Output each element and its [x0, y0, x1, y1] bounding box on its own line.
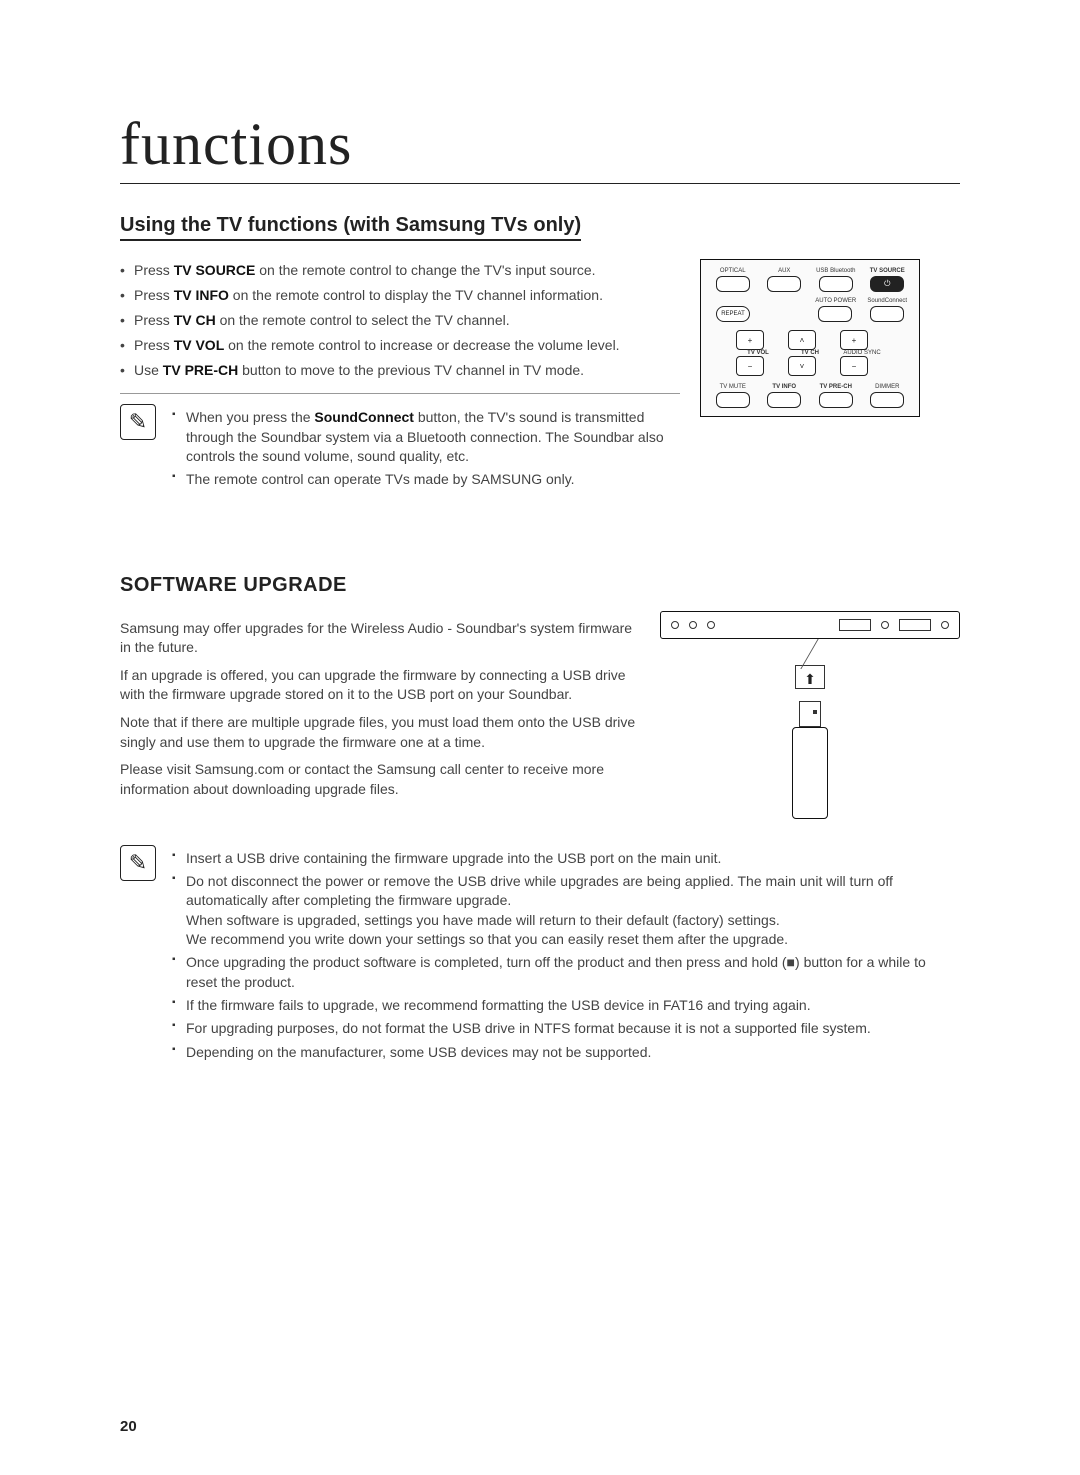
software-paragraph: Note that if there are multiple upgrade …	[120, 713, 636, 752]
tv-bullet-list: Press TV SOURCE on the remote control to…	[120, 261, 680, 379]
tv-bullet-item: Press TV VOL on the remote control to in…	[120, 336, 680, 355]
remote-button-audiosync-up: +	[840, 330, 868, 350]
software-note-item: If the firmware fails to upgrade, we rec…	[172, 996, 960, 1015]
software-note-item: For upgrading purposes, do not format th…	[172, 1019, 960, 1038]
page-number: 20	[120, 1418, 137, 1435]
usb-illustration: ⬆	[660, 611, 960, 819]
tv-section-body: Press TV SOURCE on the remote control to…	[120, 253, 960, 494]
remote-button-vol-up: +	[736, 330, 764, 350]
remote-label: TV INFO	[762, 384, 806, 390]
soundbar-icon	[660, 611, 960, 639]
tv-text-column: Press TV SOURCE on the remote control to…	[120, 253, 680, 494]
remote-button-optical	[716, 276, 750, 292]
remote-button-vol-down: −	[736, 356, 764, 376]
software-heading: SOFTWARE UPGRADE	[120, 574, 960, 597]
tv-bullet-item: Use TV PRE-CH button to move to the prev…	[120, 361, 680, 380]
remote-button-tv-prech	[819, 392, 853, 408]
note-icon: ✎	[120, 845, 156, 881]
divider	[120, 393, 680, 394]
tv-bullet-item: Press TV INFO on the remote control to d…	[120, 286, 680, 305]
software-text-column: Samsung may offer upgrades for the Wirel…	[120, 611, 636, 819]
remote-button-repeat: REPEAT	[716, 306, 750, 322]
remote-label: USB Bluetooth	[814, 268, 858, 274]
remote-button-usb-bt	[819, 276, 853, 292]
remote-label: AUDIO SYNC	[840, 350, 884, 356]
remote-button-dimmer	[870, 392, 904, 408]
tv-bullet-item: Press TV CH on the remote control to sel…	[120, 311, 680, 330]
software-note-item: Insert a USB drive containing the firmwa…	[172, 849, 960, 868]
software-note-item: Depending on the manufacturer, some USB …	[172, 1043, 960, 1062]
note-icon: ✎	[120, 404, 156, 440]
software-body: Samsung may offer upgrades for the Wirel…	[120, 611, 960, 819]
tv-note-list: When you press the SoundConnect button, …	[172, 404, 680, 493]
tv-functions-heading: Using the TV functions (with Samsung TVs…	[120, 214, 581, 241]
software-note-block: ✎ Insert a USB drive containing the firm…	[120, 845, 960, 1066]
manual-page: functions Using the TV functions (with S…	[0, 0, 1080, 1475]
usb-drive-icon	[792, 701, 828, 819]
remote-label: AUTO POWER	[814, 298, 858, 304]
remote-illustration: OPTICAL AUX USB Bluetooth TV SOURCE ⏻ AU…	[700, 259, 920, 494]
software-paragraph: If an upgrade is offered, you can upgrad…	[120, 666, 636, 705]
tv-note-item: When you press the SoundConnect button, …	[172, 408, 680, 466]
remote-label: DIMMER	[865, 384, 909, 390]
software-paragraph: Samsung may offer upgrades for the Wirel…	[120, 619, 636, 658]
remote-button-aux	[767, 276, 801, 292]
remote-label: TV PRE-CH	[814, 384, 858, 390]
remote-label: TV MUTE	[711, 384, 755, 390]
remote-button-soundconnect	[870, 306, 904, 322]
remote-button-tv-source: ⏻	[870, 276, 904, 292]
remote-button-tv-info	[767, 392, 801, 408]
remote-button-autopower	[818, 306, 852, 322]
remote-label: TV SOURCE	[865, 268, 909, 274]
tv-bullet-item: Press TV SOURCE on the remote control to…	[120, 261, 680, 280]
remote-label: SoundConnect	[865, 298, 909, 304]
remote-button-tv-mute	[716, 392, 750, 408]
remote-label: AUX	[762, 268, 806, 274]
remote-button-ch-down: ˅	[788, 356, 816, 376]
remote-button-audiosync-down: −	[840, 356, 868, 376]
page-title: functions	[120, 110, 960, 184]
software-note-item: Do not disconnect the power or remove th…	[172, 872, 960, 949]
tv-note-item: The remote control can operate TVs made …	[172, 470, 680, 489]
software-paragraph: Please visit Samsung.com or contact the …	[120, 760, 636, 799]
remote-label: OPTICAL	[711, 268, 755, 274]
software-note-list: Insert a USB drive containing the firmwa…	[172, 845, 960, 1066]
tv-note-block: ✎ When you press the SoundConnect button…	[120, 404, 680, 493]
remote-button-ch-up: ˄	[788, 330, 816, 350]
software-note-item: Once upgrading the product software is c…	[172, 953, 960, 992]
